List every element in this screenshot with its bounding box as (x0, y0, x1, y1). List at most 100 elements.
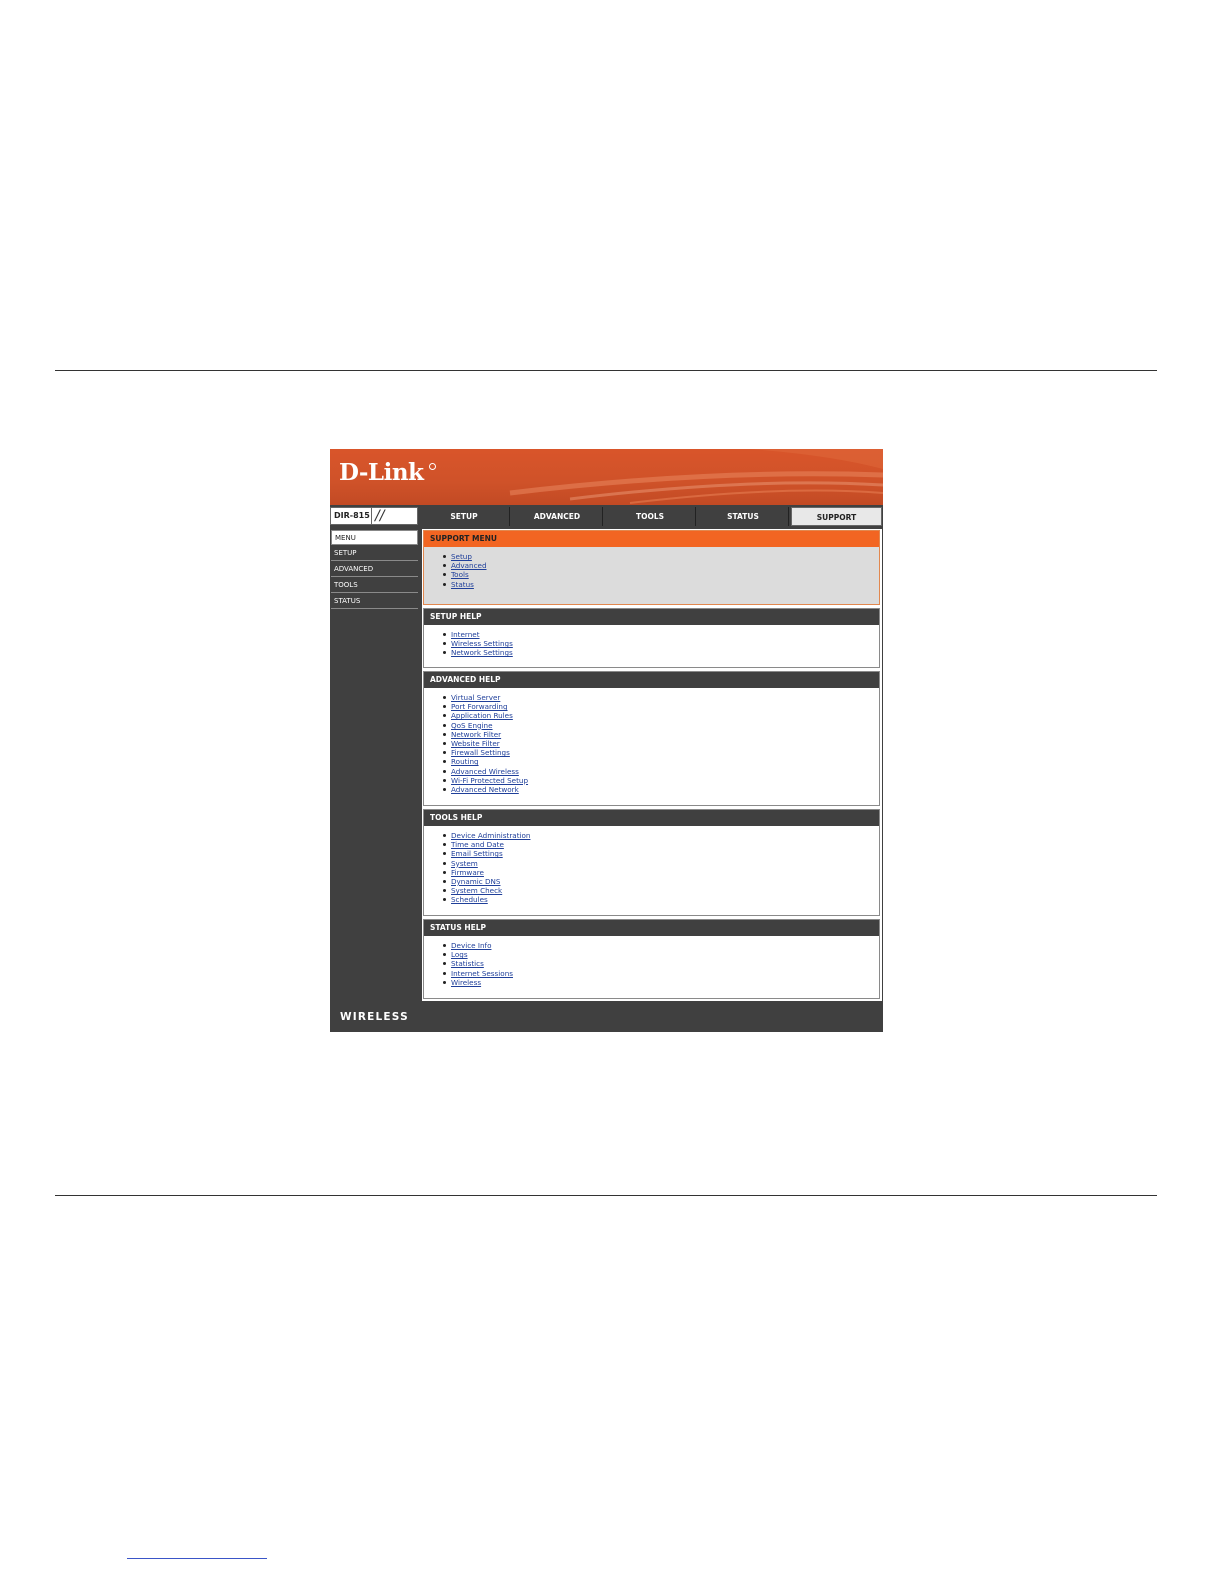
list-item: Internet Sessions (443, 969, 879, 978)
help-link[interactable]: QoS Engine (451, 721, 493, 730)
setup-help-links: Internet Wireless Settings Network Setting… (424, 625, 879, 658)
list-item: Network Filter (443, 730, 879, 739)
section-title: SETUP HELP (424, 609, 879, 625)
list-item: Dynamic DNS (443, 877, 879, 886)
tab-tools[interactable]: TOOLS (605, 507, 696, 526)
help-link[interactable]: Setup (451, 552, 472, 561)
help-link[interactable]: Firmware (451, 868, 484, 877)
bottom-divider (55, 1195, 1157, 1196)
advanced-help-links: Virtual Server Port Forwarding Application… (424, 688, 879, 794)
slash-decoration-icon: // (375, 508, 385, 524)
list-item: Network Settings (443, 648, 879, 657)
help-link[interactable]: Wireless Settings (451, 639, 513, 648)
sidebar-item-setup[interactable]: SETUP (331, 546, 418, 561)
help-link[interactable]: Advanced (451, 561, 487, 570)
list-item: System Check (443, 886, 879, 895)
list-item: Device Info (443, 941, 879, 950)
help-link[interactable]: System Check (451, 886, 502, 895)
help-link[interactable]: Email Settings (451, 849, 503, 858)
help-link[interactable]: Dynamic DNS (451, 877, 500, 886)
list-item: Port Forwarding (443, 702, 879, 711)
sidebar-item-tools[interactable]: TOOLS (331, 578, 418, 593)
sidebar: MENU SETUP ADVANCED TOOLS STATUS (330, 529, 419, 999)
help-link[interactable]: Device Info (451, 941, 491, 950)
list-item: Internet (443, 630, 879, 639)
dlink-logo: D-Link (339, 459, 424, 486)
help-link[interactable]: Advanced Network (451, 785, 519, 794)
tab-advanced[interactable]: ADVANCED (512, 507, 603, 526)
list-item: Advanced (443, 561, 879, 570)
tab-support[interactable]: SUPPORT (791, 507, 882, 526)
help-link[interactable]: Advanced Wireless (451, 767, 519, 776)
model-separator (371, 508, 372, 524)
main-content: SUPPORT MENU Setup Advanced Tools Status SE… (422, 529, 882, 1001)
top-divider (55, 370, 1157, 371)
list-item: Wireless (443, 978, 879, 987)
sidebar-item-menu[interactable]: MENU (331, 530, 418, 545)
top-nav: DIR-815 // SETUP ADVANCED TOOLS STATUS S… (330, 506, 883, 527)
help-link[interactable]: Internet (451, 630, 480, 639)
help-link[interactable]: Application Rules (451, 711, 513, 720)
list-item: QoS Engine (443, 721, 879, 730)
list-item: Wireless Settings (443, 639, 879, 648)
help-link[interactable]: Routing (451, 757, 479, 766)
status-help-section: STATUS HELP Device Info Logs Statistics Int… (423, 919, 880, 999)
help-link[interactable]: Status (451, 580, 474, 589)
list-item: Logs (443, 950, 879, 959)
help-link[interactable]: Time and Date (451, 840, 504, 849)
list-item: Schedules (443, 895, 879, 904)
list-item: Firewall Settings (443, 748, 879, 757)
section-title: SUPPORT MENU (424, 531, 879, 547)
list-item: System (443, 859, 879, 868)
help-link[interactable]: Virtual Server (451, 693, 500, 702)
list-item: Status (443, 580, 879, 589)
support-menu-links: Setup Advanced Tools Status (424, 547, 879, 589)
router-support-screenshot: D-Link DIR-815 // SETUP ADVANCED TOOLS S… (330, 449, 883, 1032)
section-title: STATUS HELP (424, 920, 879, 936)
help-link[interactable]: Firewall Settings (451, 748, 510, 757)
help-link[interactable]: Logs (451, 950, 468, 959)
tools-help-links: Device Administration Time and Date Email … (424, 826, 879, 905)
header-banner: D-Link (330, 449, 883, 505)
registered-mark-icon (429, 463, 436, 470)
list-item: Advanced Wireless (443, 767, 879, 776)
status-help-links: Device Info Logs Statistics Internet Sessio… (424, 936, 879, 987)
list-item: Setup (443, 552, 879, 561)
help-link[interactable]: Network Settings (451, 648, 513, 657)
section-title: TOOLS HELP (424, 810, 879, 826)
model-badge: DIR-815 // (330, 507, 418, 525)
tab-status[interactable]: STATUS (698, 507, 789, 526)
help-link[interactable]: Statistics (451, 959, 484, 968)
list-item: Website Filter (443, 739, 879, 748)
sidebar-item-advanced[interactable]: ADVANCED (331, 562, 418, 577)
setup-help-section: SETUP HELP Internet Wireless Settings Netw… (423, 608, 880, 668)
help-link[interactable]: Wireless (451, 978, 481, 987)
model-label: DIR-815 (334, 511, 370, 520)
sidebar-item-status[interactable]: STATUS (331, 594, 418, 609)
section-title: ADVANCED HELP (424, 672, 879, 688)
help-link[interactable]: Device Administration (451, 831, 530, 840)
list-item: Email Settings (443, 849, 879, 858)
help-link[interactable]: Schedules (451, 895, 488, 904)
footer-bar: WIRELESS (330, 1002, 883, 1032)
list-item: Time and Date (443, 840, 879, 849)
tab-setup[interactable]: SETUP (419, 507, 510, 526)
help-link[interactable]: Website Filter (451, 739, 500, 748)
help-link[interactable]: Internet Sessions (451, 969, 513, 978)
list-item: Firmware (443, 868, 879, 877)
list-item: Application Rules (443, 711, 879, 720)
advanced-help-section: ADVANCED HELP Virtual Server Port Forward… (423, 671, 880, 806)
list-item: Device Administration (443, 831, 879, 840)
help-link[interactable]: Network Filter (451, 730, 501, 739)
list-item: Statistics (443, 959, 879, 968)
list-item: Routing (443, 757, 879, 766)
help-link[interactable]: Port Forwarding (451, 702, 508, 711)
help-link[interactable]: Tools (451, 570, 469, 579)
list-item: Advanced Network (443, 785, 879, 794)
list-item: Tools (443, 570, 879, 579)
wireless-footer-label: WIRELESS (340, 1011, 409, 1023)
tools-help-section: TOOLS HELP Device Administration Time and… (423, 809, 880, 916)
help-link[interactable]: Wi-Fi Protected Setup (451, 776, 528, 785)
help-link[interactable]: System (451, 859, 478, 868)
list-item: Virtual Server (443, 693, 879, 702)
